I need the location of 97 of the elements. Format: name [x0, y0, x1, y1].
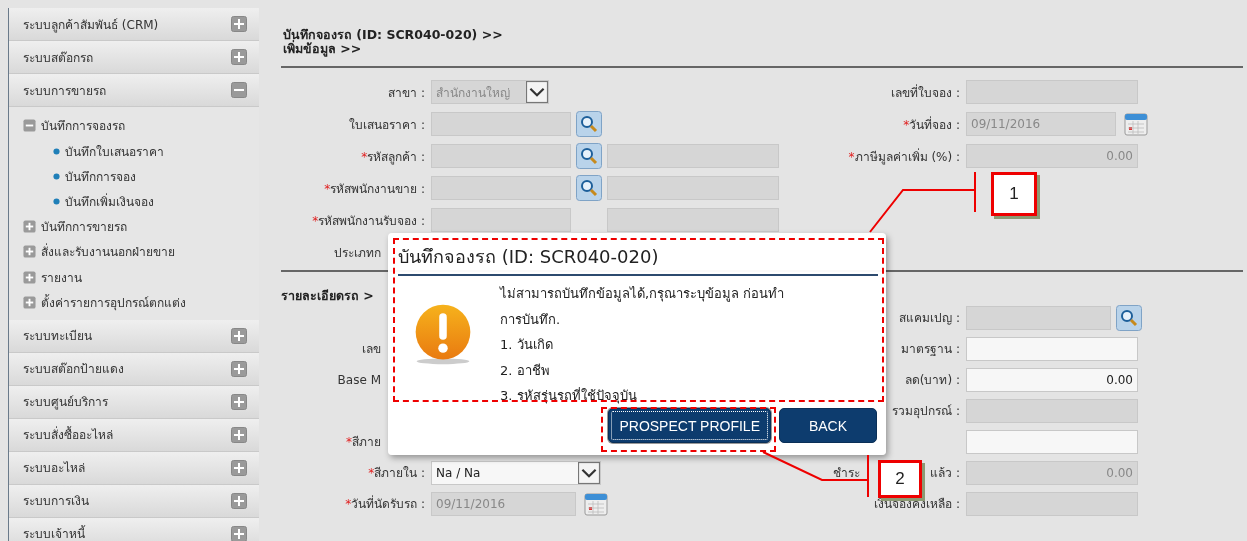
field-label: สาขา :: [388, 85, 425, 100]
expand-icon[interactable]: [231, 49, 247, 65]
message-text: 1. วันเกิด: [500, 336, 554, 354]
menu-item-label: ระบบลูกค้าสัมพันธ์ (CRM): [23, 16, 159, 34]
field-label: *วันที่จอง :: [903, 115, 960, 134]
message-text: การบันทึก.: [500, 310, 562, 329]
menu-item-label: ระบบสั่งซื้ออะไหล่: [23, 425, 113, 444]
color-dropdown[interactable]: Na / Na: [431, 460, 601, 485]
menu-item-label: ระบบสต๊อกป้ายแดง: [23, 361, 124, 378]
submenu-item[interactable]: บันทึกการจองรถ: [23, 113, 259, 139]
submenu-label: สั่งและรับงานนอกฝ่ายขาย: [41, 242, 175, 262]
section-title: รายละเอียดรถ >: [281, 288, 374, 303]
submenu-link-label: บันทึกเพิ่มเงินจอง: [65, 192, 154, 211]
menu-item[interactable]: ระบบลูกค้าสัมพันธ์ (CRM): [9, 8, 259, 41]
submenu-label: บันทึกการจองรถ: [41, 118, 125, 136]
expand-icon[interactable]: [23, 296, 36, 310]
menu-item[interactable]: ระบบศูนย์บริการ: [9, 385, 259, 419]
submenu-item[interactable]: ตั้งค่ารายการอุปกรณ์ตกแต่ง: [23, 290, 259, 316]
annotation-callout: 1: [991, 172, 1037, 216]
expand-icon[interactable]: [231, 360, 247, 377]
field-label: รวมอุปกรณ์ :: [892, 403, 960, 420]
input-field[interactable]: [966, 429, 1138, 454]
menu-item[interactable]: ระบบสต๊อกป้ายแดง: [9, 352, 259, 386]
field-label: ใบเสนอราคา :: [349, 117, 425, 132]
expand-icon[interactable]: [23, 219, 36, 233]
prospect-profile-button[interactable]: PROSPECT PROFILE: [608, 408, 771, 443]
expand-icon[interactable]: [231, 426, 247, 443]
menu-item[interactable]: ระบบเจ้าหนี้: [9, 517, 259, 541]
field-label: *สีภาย: [346, 435, 381, 449]
search-icon[interactable]: [1116, 304, 1142, 331]
menu-item[interactable]: ระบบการเงิน: [9, 484, 259, 518]
menu-item[interactable]: ระบบทะเบียน: [9, 319, 259, 353]
menu-item-label: ระบบทะเบียน: [23, 328, 92, 345]
field-label: ประเภทก: [334, 245, 381, 260]
menu-item-label: ระบบการขายรถ: [23, 82, 106, 100]
dialog-title: บันทึกจองรถ (ID: SCR040-020): [398, 242, 878, 276]
input-field[interactable]: [966, 336, 1138, 361]
bullet-icon: [53, 172, 60, 180]
submenu-label: ตั้งค่ารายการอุปกรณ์ตกแต่ง: [41, 293, 186, 313]
chevron-down-icon: [578, 461, 600, 484]
calendar-icon[interactable]: [1124, 112, 1148, 136]
expand-icon[interactable]: [23, 270, 36, 284]
menu-item-label: ระบบศูนย์บริการ: [23, 394, 108, 411]
menu-item[interactable]: ระบบสั่งซื้ออะไหล่: [9, 418, 259, 452]
field-label: *วันที่นัดรับรถ :: [345, 497, 425, 511]
menu-item-label: ระบบสต๊อกรถ: [23, 49, 93, 67]
submenu-item[interactable]: รายงาน: [23, 264, 259, 290]
menu-item[interactable]: ระบบการขายรถ: [9, 74, 259, 107]
field-label: ลด(บาท) :: [904, 372, 960, 389]
field-label: *รหัสพนักงานขาย :: [324, 181, 425, 196]
menu-item-label: ระบบการเงิน: [23, 493, 89, 510]
submenu-label: รายงาน: [41, 269, 82, 287]
search-icon[interactable]: [576, 175, 602, 201]
menu-item[interactable]: ระบบสต๊อกรถ: [9, 41, 259, 74]
menu-item[interactable]: ระบบอะไหล่: [9, 451, 259, 485]
bullet-icon: [53, 197, 60, 205]
field-label: สแคมเปญ :: [899, 310, 960, 327]
field-label: เลข: [362, 342, 381, 356]
field-label: *รหัสพนักงานรับจอง :: [312, 213, 425, 228]
expand-icon[interactable]: [231, 525, 247, 541]
annotation-callout: 2: [878, 460, 922, 498]
submenu-link-label: บันทึกใบเสนอราคา: [65, 143, 164, 161]
back-button[interactable]: BACK: [779, 408, 877, 443]
calendar-icon[interactable]: [584, 491, 608, 516]
collapse-icon[interactable]: [23, 119, 36, 133]
field-label: ชำระ: [833, 465, 861, 482]
menu-item-label: ระบบเจ้าหนี้: [23, 524, 85, 541]
expand-icon[interactable]: [231, 492, 247, 509]
expand-icon[interactable]: [231, 393, 247, 410]
submenu-link[interactable]: บันทึกการจอง: [23, 163, 259, 189]
menu-item-label: ระบบอะไหล่: [23, 460, 85, 477]
expand-icon[interactable]: [231, 16, 247, 32]
submenu-link[interactable]: บันทึกใบเสนอราคา: [23, 138, 259, 164]
field-label: *สีภายใน :: [368, 466, 425, 480]
submenu-label: บันทึกการขายรถ: [41, 218, 127, 236]
chevron-down-icon: [526, 81, 548, 103]
search-icon[interactable]: [576, 143, 602, 169]
submenu-item[interactable]: สั่งและรับงานนอกฝ่ายขาย: [23, 239, 259, 265]
expand-icon[interactable]: [231, 459, 247, 476]
submenu-link[interactable]: บันทึกเพิ่มเงินจอง: [23, 188, 259, 214]
expand-icon[interactable]: [231, 327, 247, 344]
message-text: ไม่สามารถบันทึกข้อมูลได้,กรุณาระบุข้อมูล ก่อนทำ: [500, 285, 785, 304]
field-label: Base M: [337, 372, 381, 387]
expand-icon[interactable]: [23, 245, 36, 259]
field-label: เลขที่ใบจอง :: [891, 83, 960, 102]
message-text: 2. อาชีพ: [500, 361, 551, 380]
message-text: 3. รหัสรุ่นรถที่ใช้ปัจจุบัน: [500, 386, 638, 406]
input-field[interactable]: 0.00: [966, 367, 1138, 392]
field-label: *ภาษีมูลค่าเพิ่ม (%) :: [848, 147, 960, 166]
bullet-icon: [53, 147, 60, 155]
field-label: เงินจองคงเหลือ :: [874, 496, 960, 513]
submenu-item[interactable]: บันทึกการขายรถ: [23, 213, 259, 239]
collapse-icon[interactable]: [231, 82, 247, 98]
submenu-link-label: บันทึกการจอง: [65, 168, 136, 186]
field-label: มาตรฐาน :: [901, 341, 960, 358]
field-label: *รหัสลูกค้า :: [361, 149, 425, 164]
field-label: แล้ว :: [930, 465, 960, 482]
